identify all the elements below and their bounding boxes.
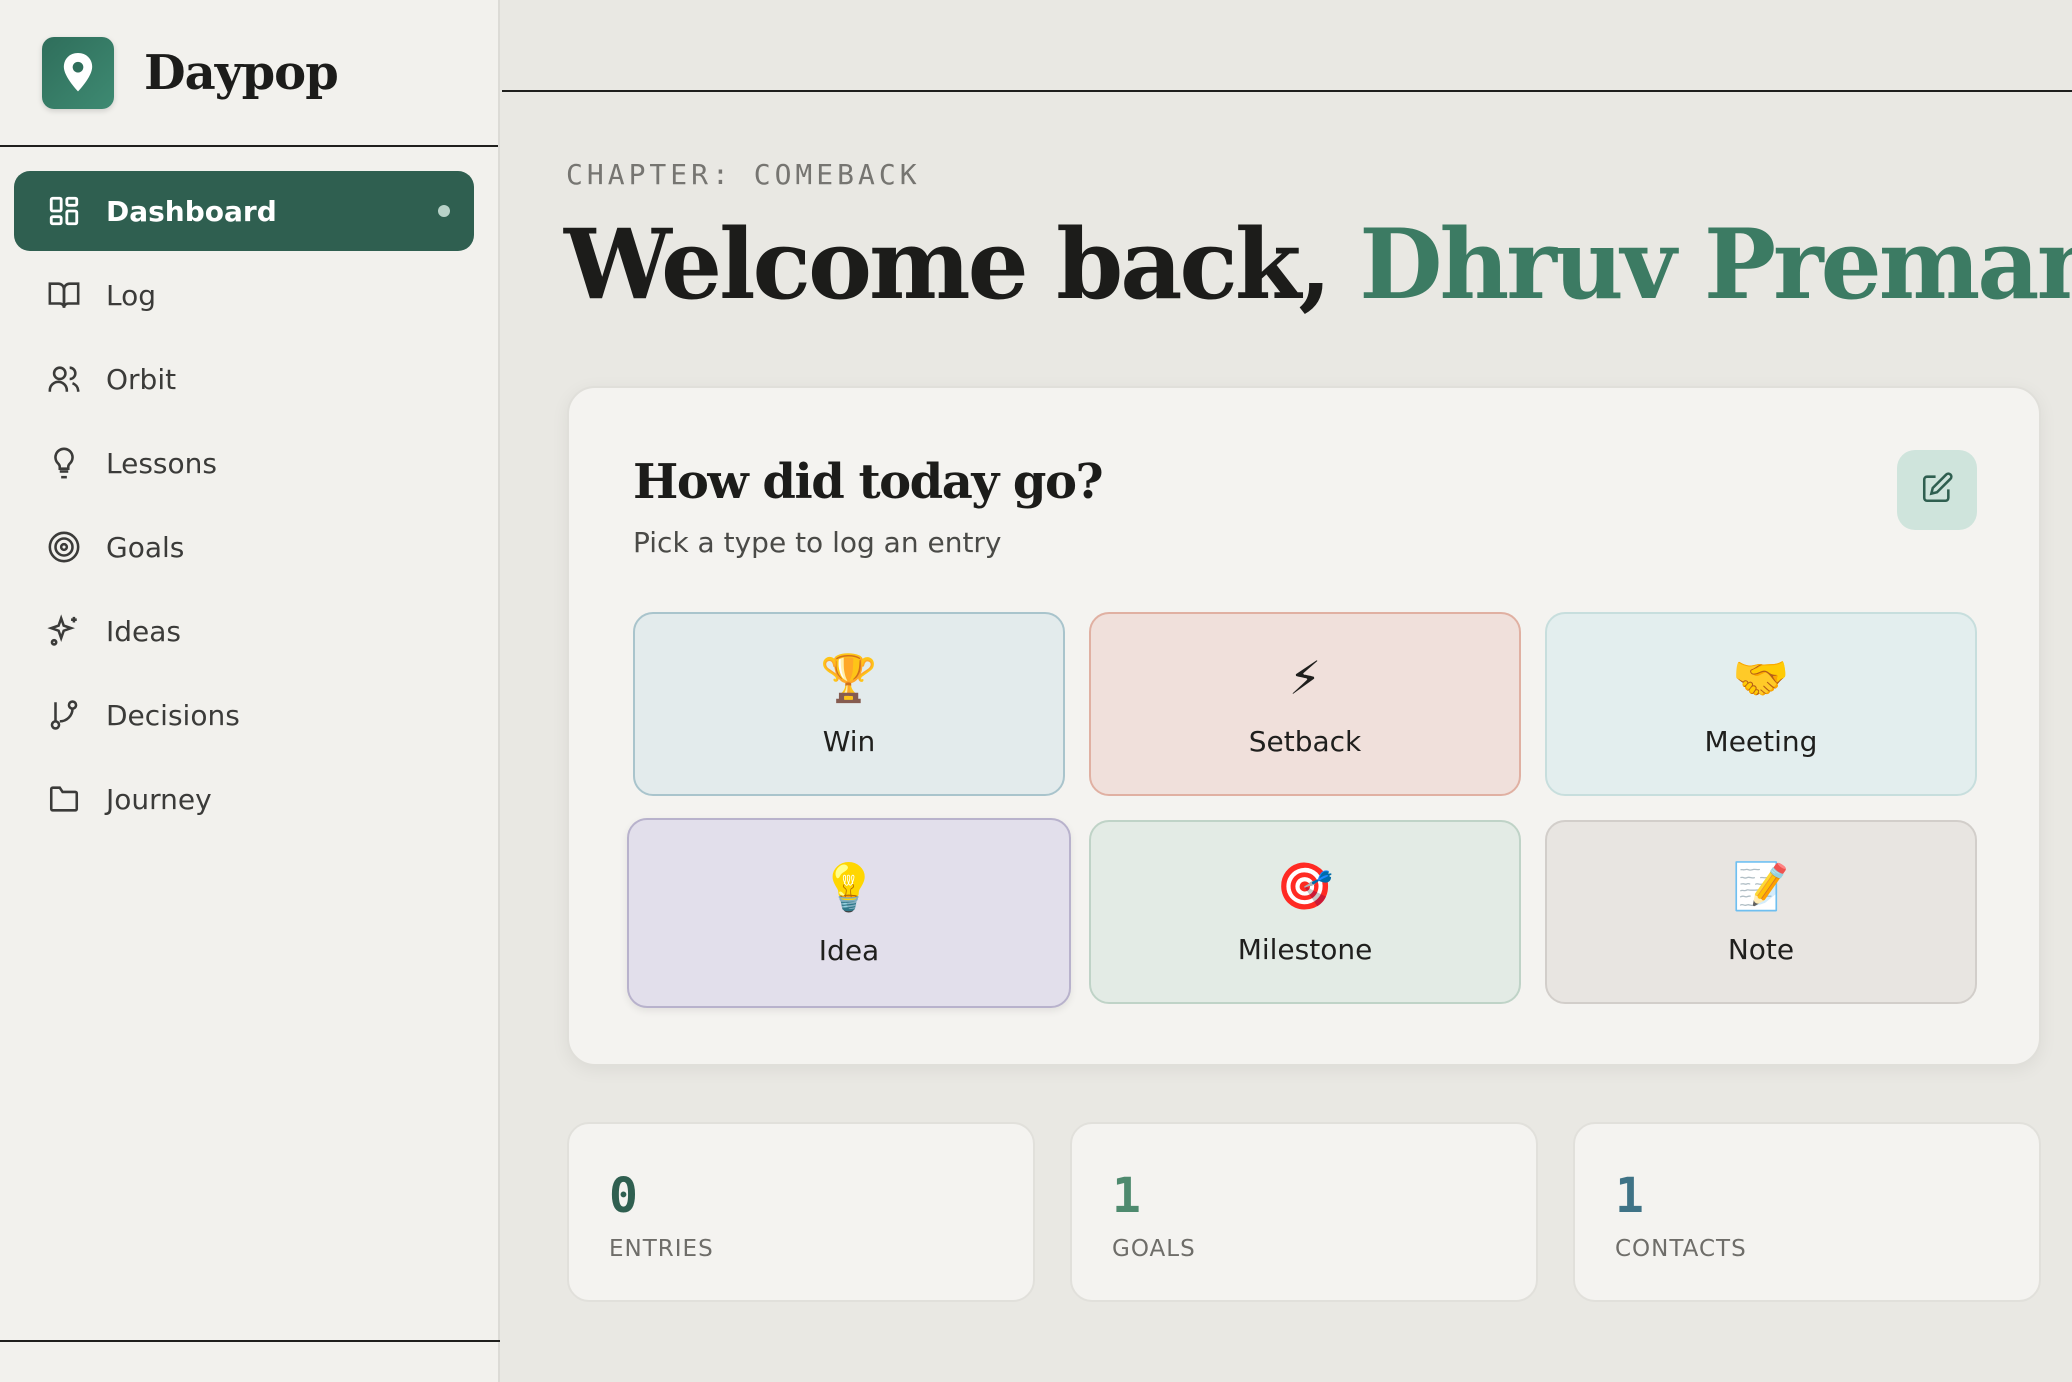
memo-icon: 📝: [1732, 858, 1790, 913]
dashboard-icon: [46, 193, 82, 229]
stat-card-contacts[interactable]: 1 CONTACTS: [1573, 1122, 2041, 1302]
stat-card-entries[interactable]: 0 ENTRIES: [567, 1122, 1035, 1302]
sidebar-item-dashboard[interactable]: Dashboard: [14, 171, 474, 251]
sidebar-item-label: Orbit: [106, 362, 177, 396]
sidebar-nav: Dashboard Log Orbit Lessons Goals Ideas …: [0, 147, 498, 839]
edit-icon: [1920, 471, 1954, 509]
entry-type-meeting[interactable]: 🤝 Meeting: [1545, 612, 1977, 796]
app-name: Daypop: [144, 44, 339, 101]
stat-value: 1: [1112, 1168, 1141, 1224]
active-indicator-dot: [438, 205, 450, 217]
chapter-label: CHAPTER: COMEBACK: [566, 158, 921, 191]
lightning-icon: ⚡: [1288, 650, 1322, 705]
entry-type-milestone[interactable]: 🎯 Milestone: [1089, 820, 1521, 1004]
sidebar: Daypop Dashboard Log Orbit Lessons Goals…: [0, 0, 500, 1382]
stat-label: ENTRIES: [609, 1236, 714, 1262]
log-entry-card: How did today go? Pick a type to log an …: [567, 386, 2041, 1066]
entry-type-label: Win: [822, 724, 876, 758]
bullseye-icon: 🎯: [1276, 858, 1334, 913]
entry-type-label: Idea: [818, 933, 880, 967]
sidebar-item-goals[interactable]: Goals: [14, 507, 474, 587]
card-title: How did today go?: [633, 454, 1104, 510]
stat-value: 0: [609, 1168, 638, 1224]
sidebar-item-label: Lessons: [106, 446, 217, 480]
entry-type-label: Note: [1727, 932, 1795, 966]
sidebar-item-label: Log: [106, 278, 157, 312]
sidebar-item-label: Goals: [106, 530, 185, 564]
entry-type-setback[interactable]: ⚡ Setback: [1089, 612, 1521, 796]
sidebar-divider: [0, 1340, 500, 1342]
sidebar-item-label: Dashboard: [106, 194, 277, 228]
stat-card-goals[interactable]: 1 GOALS: [1070, 1122, 1538, 1302]
book-icon: [46, 277, 82, 313]
trophy-icon: 🏆: [820, 650, 878, 705]
handshake-icon: 🤝: [1732, 650, 1790, 705]
folder-icon: [46, 781, 82, 817]
sidebar-item-decisions[interactable]: Decisions: [14, 675, 474, 755]
stat-value: 1: [1615, 1168, 1644, 1224]
entry-type-win[interactable]: 🏆 Win: [633, 612, 1065, 796]
sidebar-item-label: Journey: [106, 782, 212, 816]
sidebar-item-lessons[interactable]: Lessons: [14, 423, 474, 503]
entry-type-label: Meeting: [1704, 724, 1818, 758]
sidebar-item-journey[interactable]: Journey: [14, 759, 474, 839]
lightbulb-icon: 💡: [820, 859, 878, 914]
stat-label: GOALS: [1112, 1236, 1196, 1262]
entry-type-note[interactable]: 📝 Note: [1545, 820, 1977, 1004]
users-icon: [46, 361, 82, 397]
page-title: Welcome back, Dhruv Premani: [564, 208, 2072, 321]
entry-type-label: Setback: [1248, 724, 1362, 758]
top-bar: [502, 0, 2072, 92]
welcome-prefix: Welcome back,: [564, 208, 1332, 321]
sidebar-item-label: Ideas: [106, 614, 182, 648]
stat-label: CONTACTS: [1615, 1236, 1747, 1262]
edit-button[interactable]: [1897, 450, 1977, 530]
sidebar-item-log[interactable]: Log: [14, 255, 474, 335]
entry-type-label: Milestone: [1237, 932, 1373, 966]
map-pin-icon[interactable]: [42, 36, 114, 109]
sparkles-icon: [46, 613, 82, 649]
card-subtitle: Pick a type to log an entry: [633, 526, 1002, 559]
sidebar-item-orbit[interactable]: Orbit: [14, 339, 474, 419]
brand-header: Daypop: [0, 0, 498, 147]
sidebar-item-ideas[interactable]: Ideas: [14, 591, 474, 671]
lightbulb-icon: [46, 445, 82, 481]
entry-type-idea[interactable]: 💡 Idea: [627, 818, 1071, 1008]
git-branch-icon: [46, 697, 82, 733]
target-icon: [46, 529, 82, 565]
user-name: Dhruv Premani: [1359, 208, 2072, 321]
sidebar-item-label: Decisions: [106, 698, 240, 732]
